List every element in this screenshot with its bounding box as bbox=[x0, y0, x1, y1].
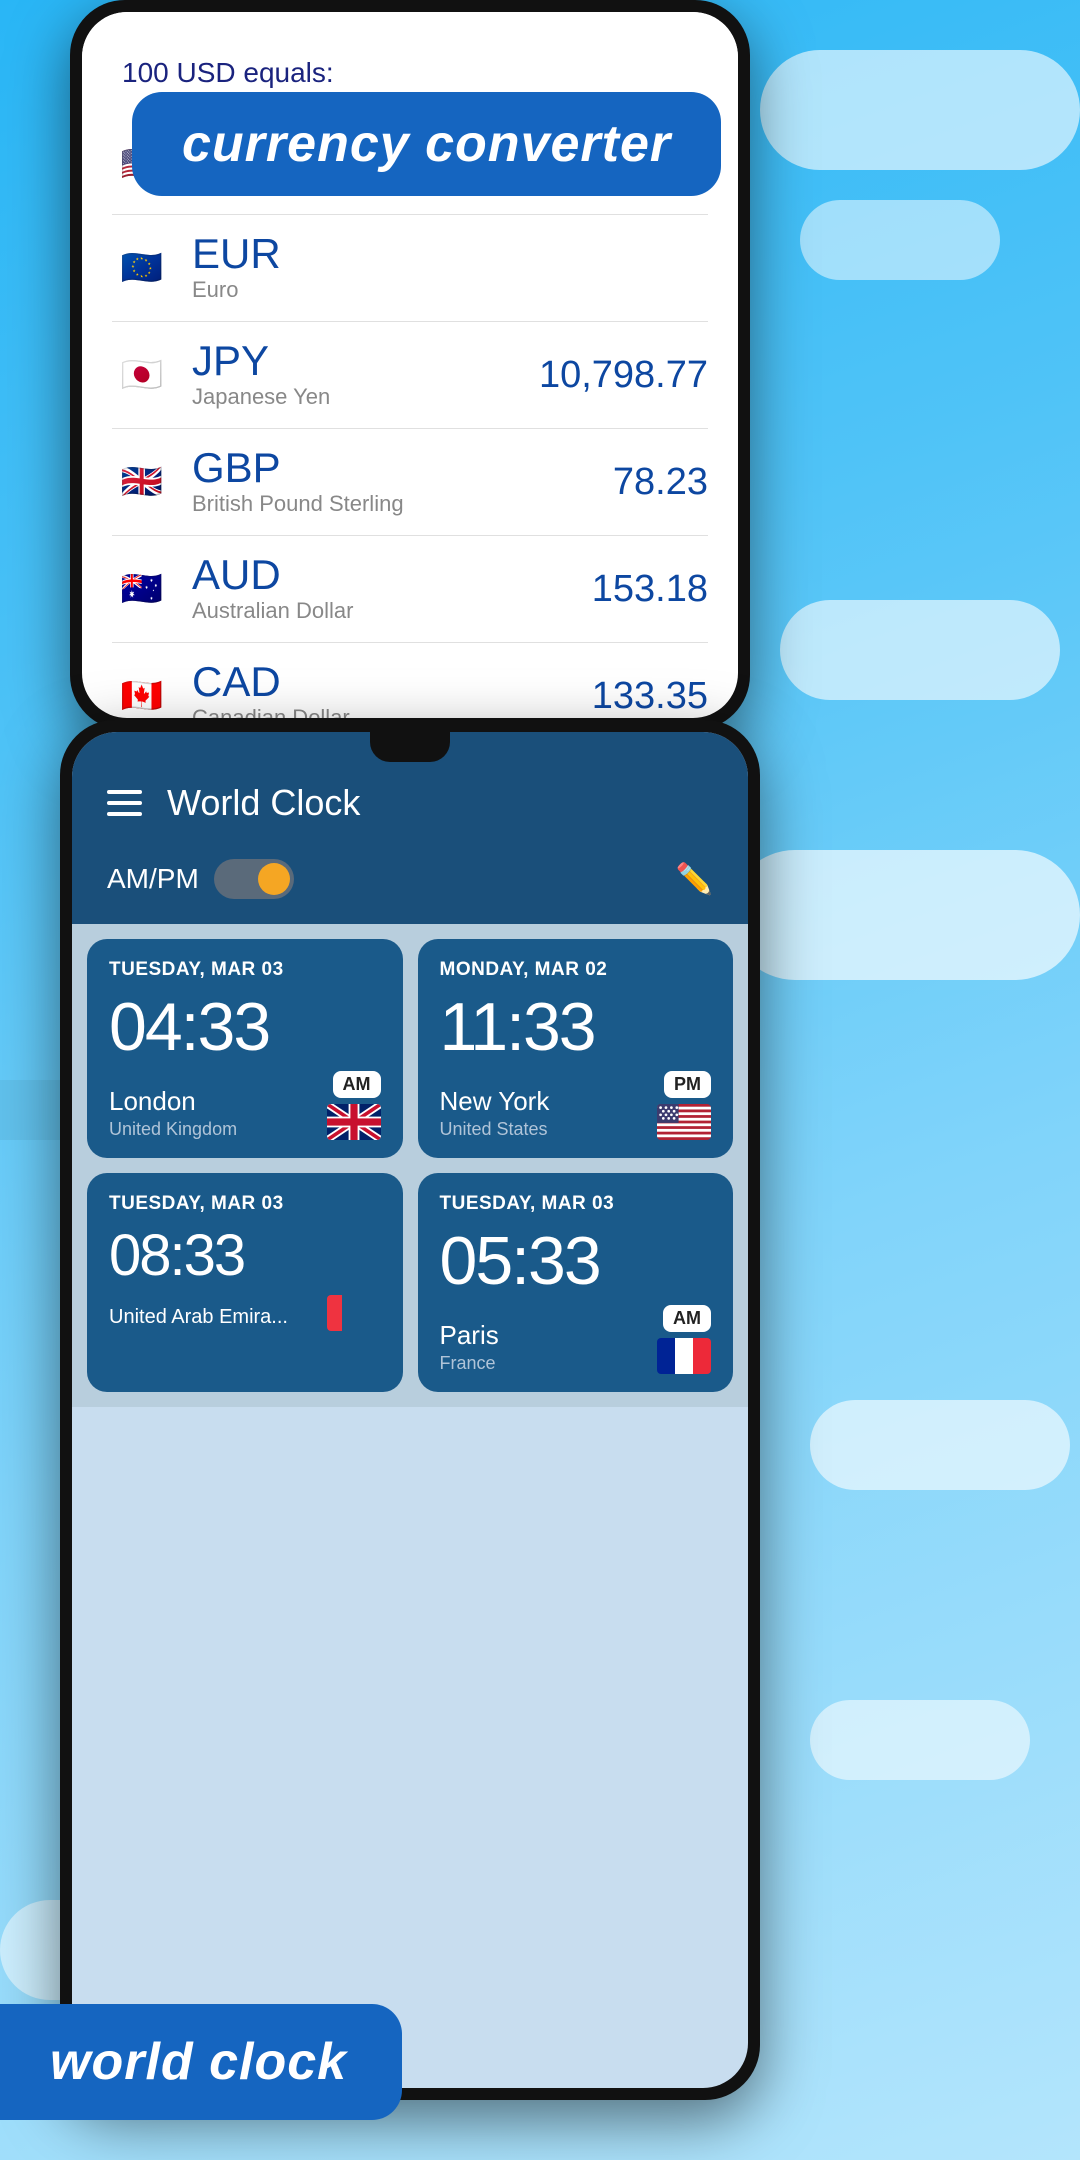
newyork-time: 11:33 bbox=[440, 993, 712, 1061]
uae-right bbox=[327, 1295, 381, 1331]
clock-card-london[interactable]: TUESDAY, MAR 03 04:33 London United King… bbox=[87, 939, 403, 1158]
clock-app-title: World Clock bbox=[167, 782, 713, 824]
edit-icon[interactable]: ✏️ bbox=[676, 862, 713, 897]
currency-screen: currency converter 100 USD equals: 🇺🇸 US… bbox=[82, 12, 738, 718]
currency-phone: currency converter 100 USD equals: 🇺🇸 US… bbox=[70, 0, 750, 730]
london-city-info: London United Kingdom bbox=[109, 1086, 237, 1140]
newyork-city: New York bbox=[440, 1086, 550, 1117]
uae-date: TUESDAY, MAR 03 bbox=[109, 1193, 381, 1215]
gbp-flag: 🇬🇧 bbox=[112, 452, 172, 512]
ampm-toggle[interactable] bbox=[214, 859, 294, 899]
gbp-name: British Pound Sterling bbox=[192, 491, 613, 517]
london-time: 04:33 bbox=[109, 993, 381, 1061]
paris-bottom: Paris France AM bbox=[440, 1305, 712, 1374]
hamburger-menu-button[interactable] bbox=[107, 790, 142, 816]
eur-flag: 🇪🇺 bbox=[112, 238, 172, 298]
aud-flag: 🇦🇺 bbox=[112, 559, 172, 619]
currency-item-eur[interactable]: 🇪🇺 EUR Euro bbox=[112, 215, 708, 322]
london-date: TUESDAY, MAR 03 bbox=[109, 959, 381, 981]
paris-country: France bbox=[440, 1353, 499, 1374]
clock-controls-row: AM/PM ✏️ bbox=[72, 844, 748, 924]
hamburger-line-3 bbox=[107, 812, 142, 816]
cad-flag: 🇨🇦 bbox=[112, 666, 172, 718]
eur-name: Euro bbox=[192, 277, 708, 303]
clock-card-uae[interactable]: TUESDAY, MAR 03 08:33 United Arab Emira.… bbox=[87, 1173, 403, 1392]
clock-screen: World Clock AM/PM ✏️ TUESDAY, MAR 03 04:… bbox=[72, 732, 748, 2088]
jpy-value: 10,798.77 bbox=[539, 354, 708, 397]
paris-city-info: Paris France bbox=[440, 1320, 499, 1374]
phone-notch bbox=[370, 732, 450, 762]
paris-ampm: AM bbox=[663, 1305, 711, 1332]
gbp-code: GBP bbox=[192, 447, 613, 489]
toggle-knob bbox=[258, 863, 290, 895]
paris-flag bbox=[657, 1338, 711, 1374]
paris-time: 05:33 bbox=[440, 1227, 712, 1295]
newyork-right: PM bbox=[657, 1071, 711, 1140]
cad-info: CAD Canadian Dollar bbox=[192, 661, 592, 718]
uae-bottom: United Arab Emira... bbox=[109, 1295, 381, 1331]
london-right: AM bbox=[327, 1071, 381, 1140]
ampm-toggle-group: AM/PM bbox=[107, 859, 294, 899]
newyork-date: MONDAY, MAR 02 bbox=[440, 959, 712, 981]
hamburger-line-2 bbox=[107, 801, 142, 805]
uae-city-info: United Arab Emira... bbox=[109, 1306, 288, 1331]
paris-date: TUESDAY, MAR 03 bbox=[440, 1193, 712, 1215]
paris-city: Paris bbox=[440, 1320, 499, 1351]
newyork-flag bbox=[657, 1104, 711, 1140]
clock-card-paris[interactable]: TUESDAY, MAR 03 05:33 Paris France AM bbox=[418, 1173, 734, 1392]
clock-card-newyork[interactable]: MONDAY, MAR 02 11:33 New York United Sta… bbox=[418, 939, 734, 1158]
currency-list: 🇺🇸 USD 🇪🇺 EUR Euro 🇯🇵 JPY Japanese Yen bbox=[82, 114, 738, 718]
currency-item-gbp[interactable]: 🇬🇧 GBP British Pound Sterling 78.23 bbox=[112, 429, 708, 536]
currency-label-text: currency converter bbox=[182, 115, 671, 173]
newyork-city-info: New York United States bbox=[440, 1086, 550, 1140]
hamburger-line-1 bbox=[107, 790, 142, 794]
clock-grid: TUESDAY, MAR 03 04:33 London United King… bbox=[72, 924, 748, 1407]
aud-value: 153.18 bbox=[592, 568, 708, 611]
uae-city: United Arab Emira... bbox=[109, 1306, 288, 1329]
london-city: London bbox=[109, 1086, 237, 1117]
london-ampm: AM bbox=[333, 1071, 381, 1098]
jpy-info: JPY Japanese Yen bbox=[192, 340, 539, 410]
newyork-bottom: New York United States PM bbox=[440, 1071, 712, 1140]
cad-value: 133.35 bbox=[592, 675, 708, 718]
gbp-info: GBP British Pound Sterling bbox=[192, 447, 613, 517]
eur-code: EUR bbox=[192, 233, 708, 275]
paris-right: AM bbox=[657, 1305, 711, 1374]
currency-label-banner: currency converter bbox=[132, 92, 721, 196]
aud-code: AUD bbox=[192, 554, 592, 596]
currency-item-jpy[interactable]: 🇯🇵 JPY Japanese Yen 10,798.77 bbox=[112, 322, 708, 429]
london-bottom: London United Kingdom AM bbox=[109, 1071, 381, 1140]
newyork-country: United States bbox=[440, 1119, 550, 1140]
ampm-label: AM/PM bbox=[107, 863, 199, 895]
world-clock-phone: World Clock AM/PM ✏️ TUESDAY, MAR 03 04:… bbox=[60, 720, 760, 2100]
currency-item-cad[interactable]: 🇨🇦 CAD Canadian Dollar 133.35 bbox=[112, 643, 708, 718]
aud-info: AUD Australian Dollar bbox=[192, 554, 592, 624]
aud-name: Australian Dollar bbox=[192, 598, 592, 624]
world-clock-label: world clock bbox=[0, 2004, 402, 2120]
gbp-value: 78.23 bbox=[613, 461, 708, 504]
newyork-ampm: PM bbox=[664, 1071, 711, 1098]
world-clock-label-text: world clock bbox=[50, 2033, 347, 2091]
uae-flag bbox=[327, 1295, 381, 1331]
currency-item-aud[interactable]: 🇦🇺 AUD Australian Dollar 153.18 bbox=[112, 536, 708, 643]
uae-time: 08:33 bbox=[109, 1227, 381, 1285]
london-country: United Kingdom bbox=[109, 1119, 237, 1140]
currency-header-title: 100 USD equals: bbox=[122, 57, 698, 89]
cad-name: Canadian Dollar bbox=[192, 705, 592, 718]
jpy-name: Japanese Yen bbox=[192, 384, 539, 410]
jpy-code: JPY bbox=[192, 340, 539, 382]
cad-code: CAD bbox=[192, 661, 592, 703]
london-flag bbox=[327, 1104, 381, 1140]
jpy-flag: 🇯🇵 bbox=[112, 345, 172, 405]
eur-info: EUR Euro bbox=[192, 233, 708, 303]
